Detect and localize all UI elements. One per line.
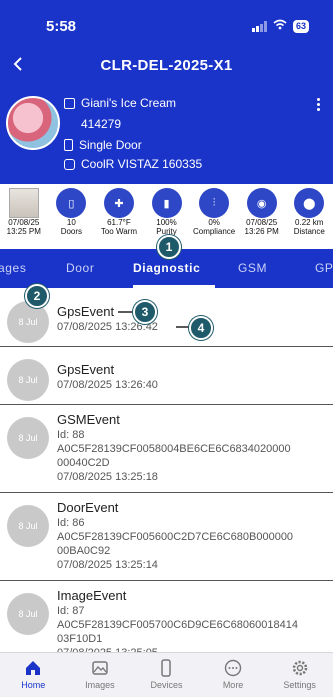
callout-2: 2 bbox=[25, 284, 49, 308]
screen: 5:58 63 CLR-DEL-2025-X1 Giani's Ice Crea… bbox=[0, 0, 333, 697]
callout-3: 3 bbox=[133, 300, 157, 324]
callout-4: 4 bbox=[189, 316, 213, 340]
callout-pointers bbox=[118, 311, 190, 328]
callout-1: 1 bbox=[157, 235, 181, 259]
